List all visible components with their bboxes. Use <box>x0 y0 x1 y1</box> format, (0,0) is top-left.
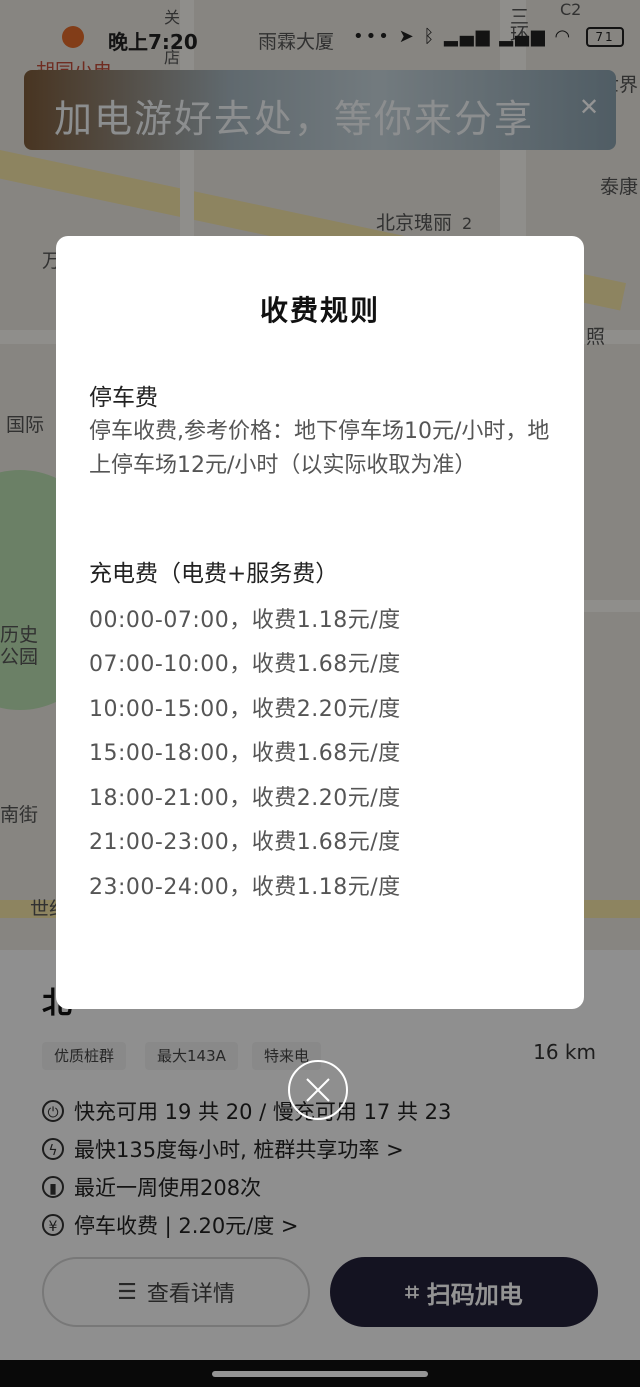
parking-fee-text: 停车收费,参考价格：地下停车场10元/小时，地上停车场12元/小时（以实际收取为… <box>89 419 550 478</box>
rate-row: 18:00-21:00，收费2.20元/度 <box>89 786 401 811</box>
dialog-title: 收费规则 <box>259 294 380 327</box>
rate-row: 10:00-15:00，收费2.20元/度 <box>89 697 401 722</box>
rate-row: 07:00-10:00，收费1.68元/度 <box>89 652 401 677</box>
rate-row: 00:00-07:00，收费1.18元/度 <box>89 608 401 633</box>
parking-fee-heading: 停车费 <box>89 385 158 411</box>
fee-rules-dialog: 收费规则 停车费 停车收费,参考价格：地下停车场10元/小时，地上停车场12元/… <box>56 236 584 1009</box>
rate-row: 21:00-23:00，收费1.68元/度 <box>89 830 401 855</box>
rate-row: 15:00-18:00，收费1.68元/度 <box>89 741 401 766</box>
charging-fee-heading: 充电费（电费+服务费） <box>89 561 339 587</box>
dialog-close-button[interactable] <box>288 1060 348 1120</box>
close-icon <box>306 1078 330 1102</box>
rate-row: 23:00-24:00，收费1.18元/度 <box>89 875 401 900</box>
